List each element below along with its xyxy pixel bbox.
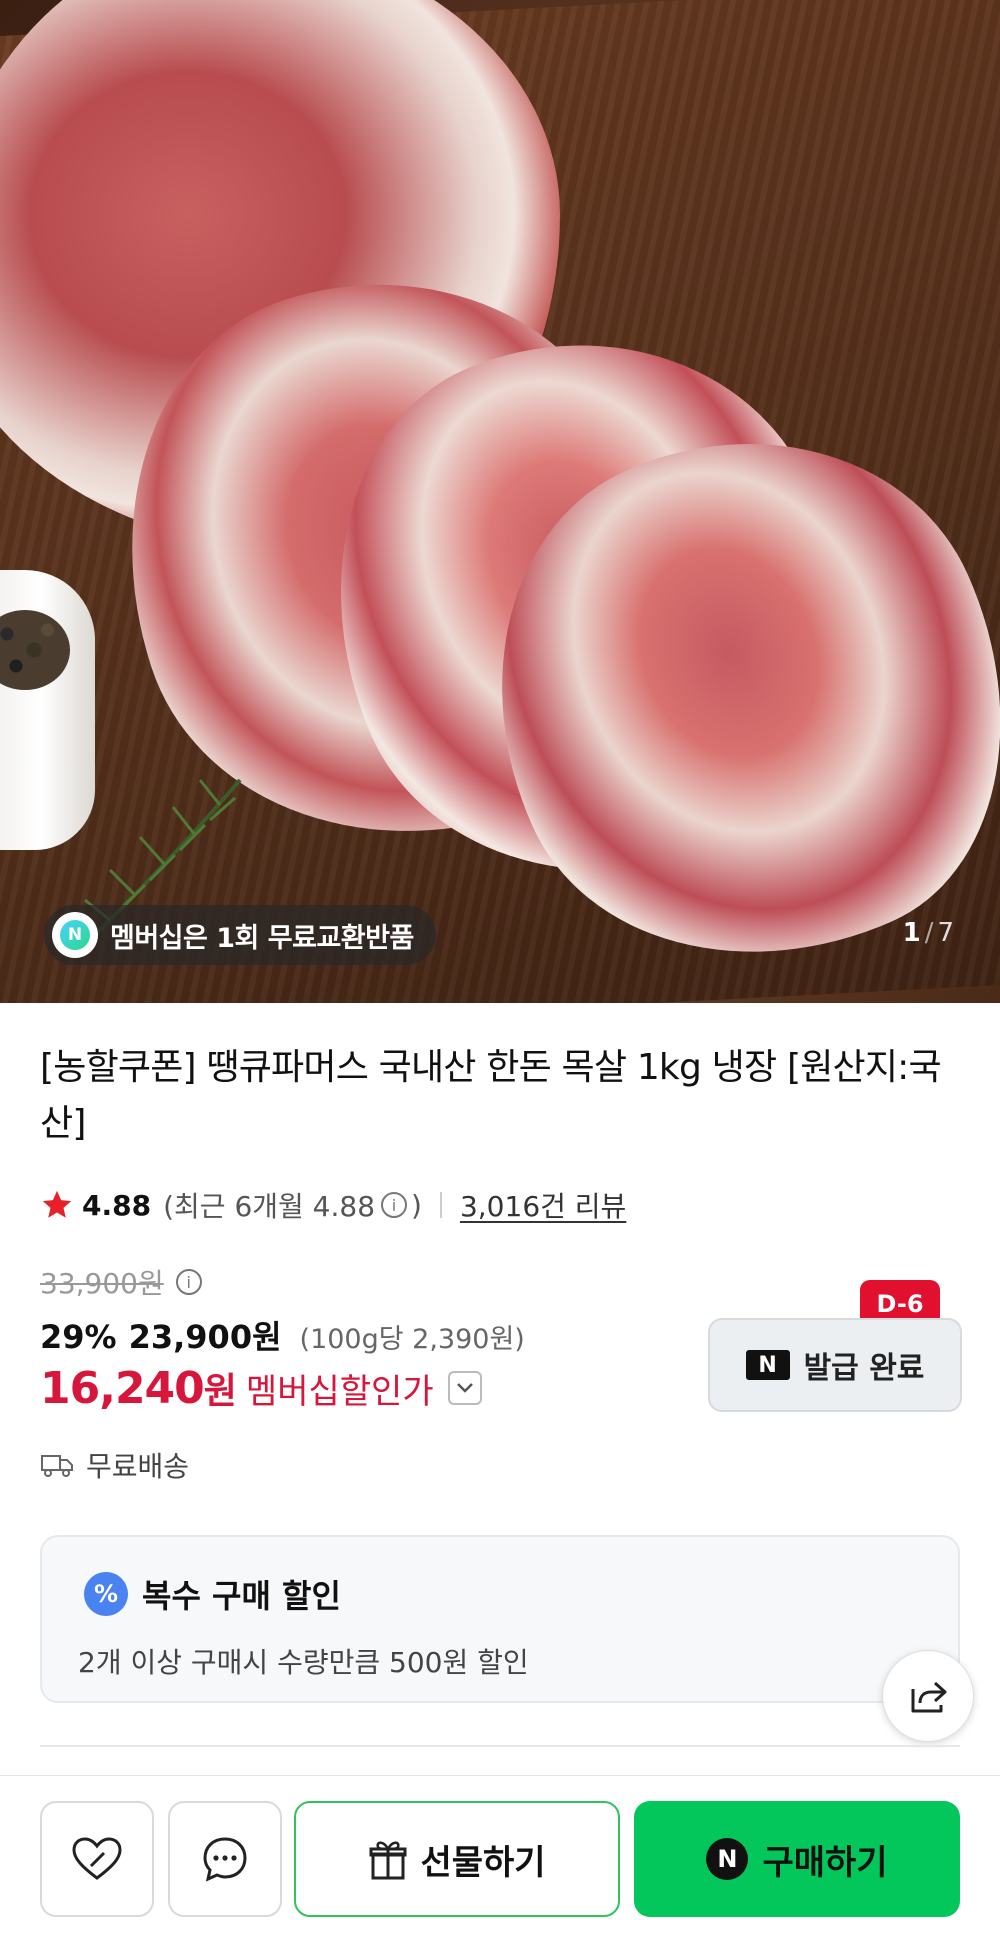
chevron-down-icon[interactable]	[447, 1371, 482, 1405]
bottom-action-bar: 선물하기 N 구매하기	[0, 1775, 1000, 1940]
original-price: 33,900원	[40, 1267, 164, 1300]
discount-description: 2개 이상 구매시 수량만큼 500원 할인	[78, 1646, 529, 1679]
membership-price: 16,240원	[40, 1363, 237, 1414]
talk-button[interactable]	[168, 1801, 282, 1917]
gift-button[interactable]: 선물하기	[294, 1801, 620, 1917]
original-price-row: 33,900원 i	[40, 1262, 202, 1302]
image-counter: 1/7	[902, 918, 954, 948]
info-icon[interactable]: i	[381, 1192, 408, 1218]
rating-row: 4.88 (최근 6개월 4.88 i ) 3,016건 리뷰	[40, 1185, 626, 1225]
product-title: [농할쿠폰] 땡큐파머스 국내산 한돈 목살 1kg 냉장 [원산지:국산]	[40, 1047, 942, 1144]
image-counter-current: 1	[902, 918, 921, 948]
product-image[interactable]: N 멤버십은 1회 무료교환반품 1/7	[0, 0, 1000, 1003]
chat-icon	[203, 1837, 247, 1882]
divider	[40, 1745, 960, 1747]
rating-recent: (최근 6개월 4.88 i )	[163, 1188, 422, 1224]
heart-icon	[72, 1837, 122, 1880]
shipping-row: 무료배송	[40, 1445, 189, 1485]
share-button[interactable]	[882, 1650, 974, 1742]
gift-label: 선물하기	[420, 1842, 546, 1883]
truck-icon	[41, 1455, 73, 1477]
unit-price: (100g당 2,390원)	[299, 1324, 525, 1355]
naver-membership-icon: N	[52, 912, 98, 958]
membership-price-row: 16,240원 멤버십할인가	[40, 1362, 482, 1414]
shipping-label: 무료배송	[86, 1450, 190, 1483]
membership-badge-text: 멤버십은 1회 무료교환반품	[110, 922, 414, 954]
buy-button[interactable]: N 구매하기	[634, 1801, 960, 1917]
like-button[interactable]	[40, 1801, 154, 1917]
gift-icon	[369, 1841, 407, 1880]
percent-icon: %	[84, 1572, 128, 1616]
rating-score: 4.88	[82, 1188, 152, 1222]
star-icon	[42, 1190, 72, 1218]
buy-label: 구매하기	[762, 1842, 888, 1883]
sale-price: 23,900원	[128, 1318, 282, 1356]
image-counter-total: 7	[937, 918, 954, 948]
membership-price-label: 멤버십할인가	[245, 1371, 434, 1412]
sale-price-row: 29% 23,900원 (100g당 2,390원)	[40, 1312, 525, 1358]
info-icon[interactable]: i	[175, 1269, 202, 1295]
divider	[439, 1192, 442, 1218]
discount-title: 복수 구매 할인	[142, 1577, 341, 1615]
membership-badge: N 멤버십은 1회 무료교환반품	[44, 905, 436, 965]
coupon-label: 발급 완료	[803, 1351, 925, 1386]
naver-n-icon: N	[745, 1350, 790, 1380]
share-icon	[911, 1681, 947, 1713]
review-count-link[interactable]: 3,016건 리뷰	[460, 1185, 626, 1225]
discount-percent: 29%	[40, 1318, 117, 1356]
coupon-issued-button[interactable]: N 발급 완료	[708, 1318, 962, 1412]
naver-pay-icon: N	[706, 1838, 749, 1880]
multi-purchase-discount-card: % 복수 구매 할인 2개 이상 구매시 수량만큼 500원 할인	[40, 1535, 960, 1703]
